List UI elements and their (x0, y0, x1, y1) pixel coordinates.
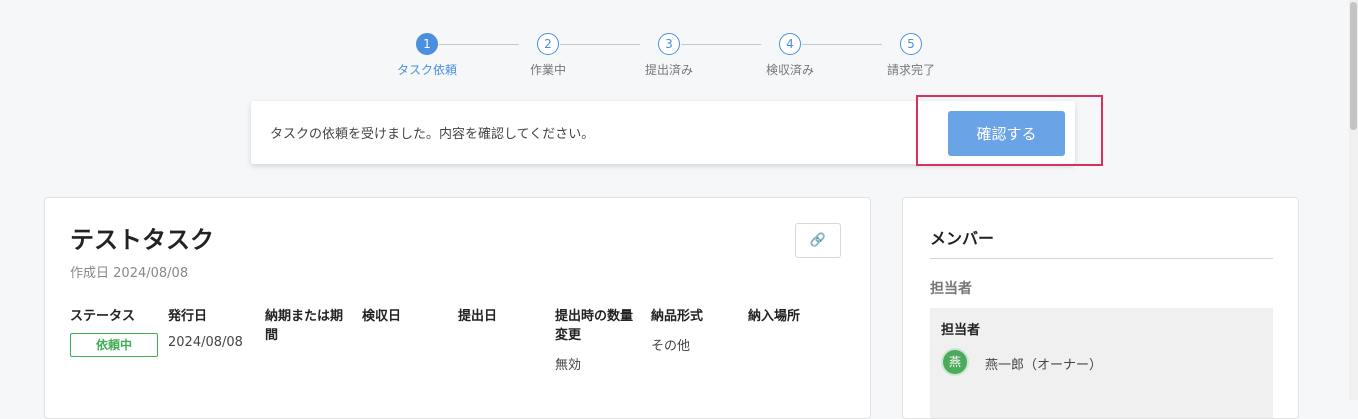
step-number: 3 (658, 33, 680, 55)
scrollbar-thumb[interactable] (1350, 2, 1357, 130)
step-task-request: 1 タスク依頼 (382, 33, 472, 78)
field-deadline: 納期または期間 (265, 307, 355, 354)
field-value: 無効 (555, 358, 582, 373)
step-label: タスク依頼 (396, 63, 457, 77)
field-status: ステータス 依頼中 (70, 307, 160, 357)
field-label: 納期または期間 (265, 309, 344, 343)
assignee-box: 担当者 燕 燕一郎（オーナー） (930, 308, 1273, 418)
field-delivery-location: 納入場所 (748, 307, 838, 335)
step-number: 1 (416, 33, 438, 55)
field-label: 発行日 (168, 309, 208, 324)
member-name: 燕一郎（オーナー） (985, 358, 1103, 373)
task-card: テストタスク 作成日 2024/08/08 🔗 ステータス 依頼中 発行日 20… (44, 197, 871, 419)
highlight-box (916, 95, 1103, 166)
step-label: 検収済み (765, 63, 814, 77)
member-title: メンバー (930, 229, 995, 248)
field-issue-date: 発行日 2024/08/08 (168, 307, 258, 350)
notice-message: タスクの依頼を受けました。内容を確認してください。 (270, 127, 595, 142)
step-number: 2 (537, 33, 559, 55)
member-card: メンバー 担当者 担当者 燕 燕一郎（オーナー） (902, 197, 1299, 419)
field-label: 納品形式 (651, 309, 704, 324)
field-acceptance-date: 検収日 (362, 307, 452, 335)
scrollbar[interactable] (1349, 0, 1358, 400)
step-accepted: 4 検収済み (745, 33, 835, 78)
link-icon: 🔗 (809, 233, 827, 248)
field-delivery-format: 納品形式 その他 (651, 307, 741, 354)
divider (930, 258, 1273, 259)
field-label: 提出時の数量変更 (555, 309, 634, 343)
task-title: テストタスク (70, 226, 214, 254)
step-label: 請求完了 (886, 63, 935, 77)
avatar: 燕 (941, 348, 969, 376)
assignee-heading: 担当者 (930, 281, 972, 297)
assignee-subheading: 担当者 (941, 323, 981, 338)
step-label: 作業中 (529, 63, 566, 77)
field-label: ステータス (70, 309, 136, 324)
field-quantity-change: 提出時の数量変更 無効 (555, 307, 643, 373)
field-value: その他 (651, 339, 691, 354)
field-value: 2024/08/08 (168, 335, 243, 350)
status-badge: 依頼中 (70, 333, 158, 357)
created-label: 作成日 (70, 266, 110, 281)
copy-link-button[interactable]: 🔗 (795, 223, 841, 258)
step-label: 提出済み (644, 63, 693, 77)
step-in-progress: 2 作業中 (503, 33, 593, 78)
field-label: 検収日 (362, 309, 402, 324)
field-label: 納入場所 (748, 309, 801, 324)
field-submission-date: 提出日 (458, 307, 548, 335)
step-submitted: 3 提出済み (624, 33, 714, 78)
field-label: 提出日 (458, 309, 498, 324)
step-billing-complete: 5 請求完了 (866, 33, 956, 78)
step-number: 5 (900, 33, 922, 55)
created-value: 2024/08/08 (113, 266, 189, 281)
step-number: 4 (779, 33, 801, 55)
created-date: 作成日 2024/08/08 (70, 262, 188, 281)
progress-stepper: 1 タスク依頼 2 作業中 3 提出済み 4 検収済み 5 請求完了 (0, 33, 1358, 83)
